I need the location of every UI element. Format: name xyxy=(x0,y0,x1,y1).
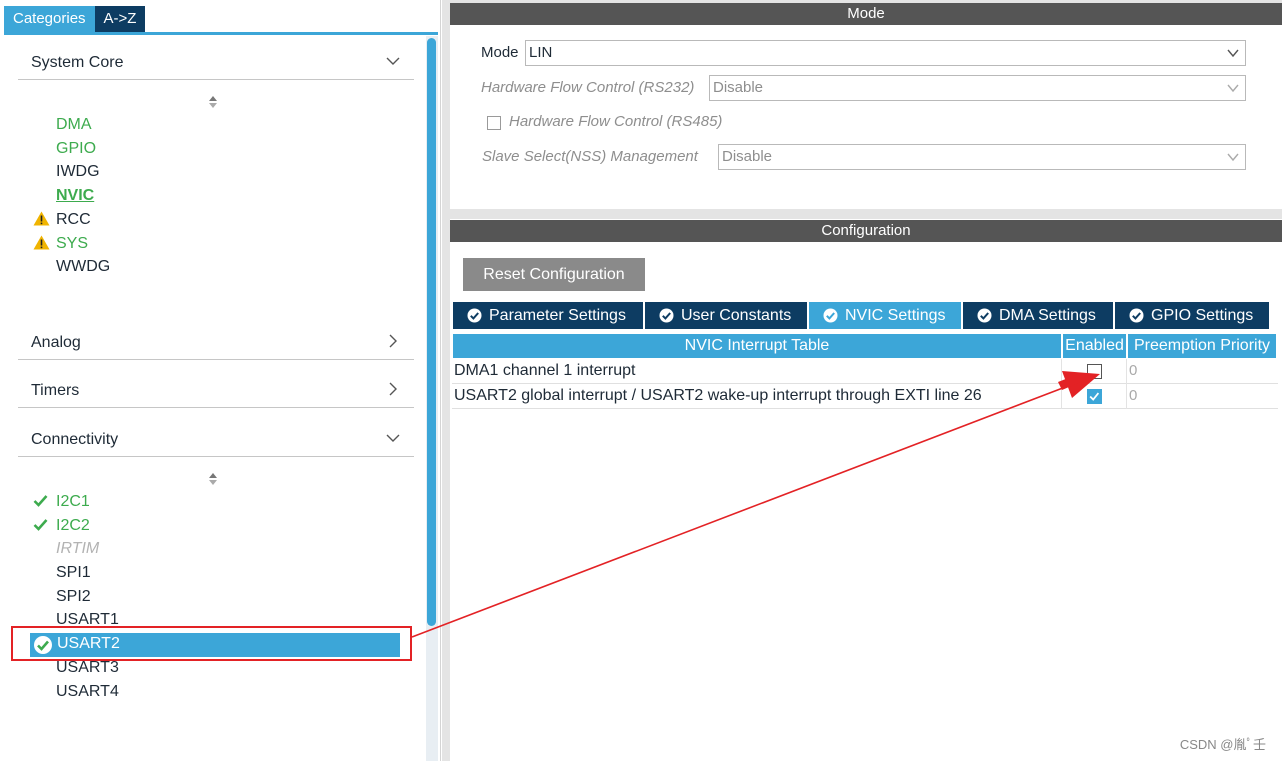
preemption-priority-value[interactable]: 0 xyxy=(1129,362,1137,379)
sort-arrows-icon[interactable] xyxy=(208,472,218,486)
category-timers[interactable]: Timers xyxy=(18,374,414,408)
tree-item-rcc[interactable]: RCC xyxy=(56,210,91,230)
category-label: Timers xyxy=(31,382,80,399)
enabled-checkbox[interactable] xyxy=(1087,364,1102,379)
tree-item-nvic[interactable]: NVIC xyxy=(56,186,94,206)
hw-flow-rs485-checkbox[interactable] xyxy=(487,116,501,130)
category-system-core[interactable]: System Core xyxy=(18,46,414,80)
tab-dma-settings[interactable]: DMA Settings xyxy=(963,302,1113,329)
cell-divider xyxy=(1126,384,1127,409)
tab-label: GPIO Settings xyxy=(1151,307,1254,324)
table-row[interactable]: USART2 global interrupt / USART2 wake-up… xyxy=(452,384,1278,409)
tree-item-iwdg[interactable]: IWDG xyxy=(56,162,100,182)
tab-nvic-settings[interactable]: NVIC Settings xyxy=(809,302,961,329)
tab-user-constants[interactable]: User Constants xyxy=(645,302,807,329)
configuration-panel xyxy=(450,219,1282,761)
mode-select-value: LIN xyxy=(529,44,553,61)
hw-flow-rs232-select[interactable]: Disable xyxy=(709,75,1246,101)
reset-configuration-button[interactable]: Reset Configuration xyxy=(463,258,645,291)
chevron-right-icon xyxy=(389,334,397,348)
watermark: CSDN @胤ﾟ壬 xyxy=(1179,737,1266,752)
mode-panel xyxy=(450,3,1282,209)
tree-item-gpio[interactable]: GPIO xyxy=(56,139,96,159)
mode-label: Mode xyxy=(481,44,519,61)
warning-icon xyxy=(33,211,50,226)
mode-select[interactable]: LIN xyxy=(525,40,1246,66)
mode-section-title: Mode xyxy=(450,3,1282,25)
tree-item-sys[interactable]: SYS xyxy=(56,234,88,254)
tab-label: Parameter Settings xyxy=(489,307,626,324)
hw-flow-rs485-label: Hardware Flow Control (RS485) xyxy=(509,113,723,130)
tree-item-usart4[interactable]: USART4 xyxy=(56,682,119,702)
tab-a-to-z[interactable]: A->Z xyxy=(94,6,146,32)
configuration-tabs: Parameter Settings User Constants NVIC S… xyxy=(453,302,1269,329)
tab-label: User Constants xyxy=(681,307,792,324)
tree-item-wwdg[interactable]: WWDG xyxy=(56,257,110,277)
check-icon xyxy=(33,519,48,531)
tab-categories[interactable]: Categories xyxy=(4,6,95,32)
table-header-enabled[interactable]: Enabled xyxy=(1063,334,1126,358)
tree-item-dma[interactable]: DMA xyxy=(56,115,92,135)
tree-item-i2c1[interactable]: I2C1 xyxy=(56,492,90,512)
preemption-priority-value[interactable]: 0 xyxy=(1129,387,1137,404)
cell-divider xyxy=(1126,359,1127,384)
interrupt-name: DMA1 channel 1 interrupt xyxy=(454,362,636,379)
interrupt-name: USART2 global interrupt / USART2 wake-up… xyxy=(454,387,982,404)
check-circle-icon xyxy=(977,308,992,323)
category-label: Connectivity xyxy=(31,431,119,448)
annotation-highlight-box xyxy=(11,626,412,661)
category-connectivity[interactable]: Connectivity xyxy=(18,423,414,457)
table-header-interrupt[interactable]: NVIC Interrupt Table xyxy=(453,334,1061,358)
tree-item-spi1[interactable]: SPI1 xyxy=(56,563,91,583)
warning-icon xyxy=(33,235,50,250)
sort-arrows-icon[interactable] xyxy=(208,95,218,109)
tab-parameter-settings[interactable]: Parameter Settings xyxy=(453,302,643,329)
nss-management-label: Slave Select(NSS) Management xyxy=(482,148,698,165)
tree-item-usart3[interactable]: USART3 xyxy=(56,658,119,678)
nss-management-select[interactable]: Disable xyxy=(718,144,1246,170)
tree-item-i2c2[interactable]: I2C2 xyxy=(56,516,90,536)
tree-item-irtim[interactable]: IRTIM xyxy=(56,539,99,559)
scrollbar-thumb[interactable] xyxy=(427,38,436,626)
chevron-right-icon xyxy=(389,382,397,396)
check-circle-icon xyxy=(659,308,674,323)
chevron-down-icon xyxy=(1227,49,1239,58)
cell-divider xyxy=(1061,384,1062,409)
tab-label: DMA Settings xyxy=(999,307,1096,324)
cell-divider xyxy=(1061,359,1062,384)
check-circle-icon xyxy=(1129,308,1144,323)
category-label: Analog xyxy=(31,334,81,351)
check-circle-icon xyxy=(467,308,482,323)
category-analog[interactable]: Analog xyxy=(18,326,414,360)
table-header-preemption-priority[interactable]: Preemption Priority xyxy=(1128,334,1276,358)
left-tab-bar: Categories A->Z xyxy=(4,6,146,32)
chevron-down-icon xyxy=(386,57,400,65)
check-icon xyxy=(1089,392,1100,401)
category-label: System Core xyxy=(31,54,124,71)
tab-label: NVIC Settings xyxy=(845,307,946,324)
hw-flow-rs232-label: Hardware Flow Control (RS232) xyxy=(481,79,695,96)
chevron-down-icon xyxy=(1227,84,1239,93)
configuration-section-title: Configuration xyxy=(450,220,1282,242)
table-row[interactable]: DMA1 channel 1 interrupt 0 xyxy=(452,359,1278,384)
check-circle-icon xyxy=(823,308,838,323)
nss-management-value: Disable xyxy=(722,148,773,165)
chevron-down-icon xyxy=(386,434,400,442)
tab-underline xyxy=(4,32,438,35)
hw-flow-rs232-value: Disable xyxy=(713,79,764,96)
chevron-down-icon xyxy=(1227,153,1239,162)
enabled-checkbox-checked[interactable] xyxy=(1087,389,1102,404)
tab-gpio-settings[interactable]: GPIO Settings xyxy=(1115,302,1269,329)
tree-item-spi2[interactable]: SPI2 xyxy=(56,587,91,607)
check-icon xyxy=(33,495,48,507)
